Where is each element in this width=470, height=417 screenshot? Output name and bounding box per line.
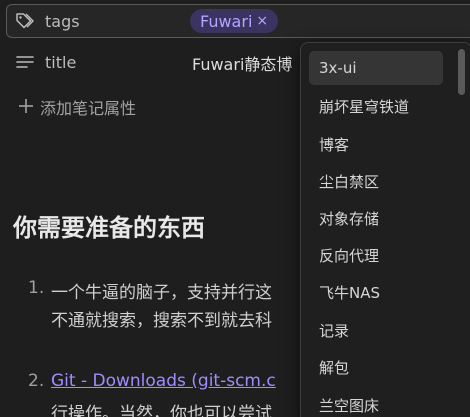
- suggestion-item[interactable]: 记录: [309, 313, 443, 347]
- suggestion-item[interactable]: 反向代理: [309, 238, 443, 272]
- add-property-label: 添加笔记属性: [40, 99, 137, 118]
- list-text: 不通就搜索，搜索不到就去科: [51, 311, 272, 331]
- suggestion-item[interactable]: 兰空图床: [309, 388, 443, 417]
- tags-icon: [15, 11, 35, 31]
- tag-suggestion-dropdown[interactable]: 3x-ui 崩坏星穹铁道 博客 尘白禁区 对象存储 反向代理 飞牛NAS 记录 …: [300, 42, 470, 417]
- suggestion-item[interactable]: 博客: [309, 127, 443, 161]
- list-number: 1.: [28, 278, 45, 298]
- text-lines-icon: [15, 52, 35, 72]
- title-value[interactable]: Fuwari静态博: [192, 51, 292, 75]
- remove-tag-icon[interactable]: ×: [256, 13, 268, 29]
- dropdown-scrollbar[interactable]: [458, 49, 465, 95]
- git-downloads-link[interactable]: Git - Downloads (git-scm.c: [51, 371, 276, 391]
- suggestion-item[interactable]: 飞牛NAS: [309, 275, 443, 309]
- section-heading: 你需要准备的东西: [13, 214, 205, 242]
- suggestion-item[interactable]: 对象存储: [309, 201, 443, 235]
- property-key-label: tags: [45, 11, 80, 31]
- list-text: 行操作。当然，你也可以尝试: [51, 404, 272, 417]
- tag-chip-fuwari[interactable]: Fuwari ×: [190, 9, 279, 33]
- property-key-title: title: [15, 52, 190, 72]
- suggestion-item[interactable]: 3x-ui: [309, 51, 443, 85]
- suggestion-item[interactable]: 尘白禁区: [309, 164, 443, 198]
- tag-chip-label: Fuwari: [200, 11, 253, 31]
- property-key-tags: tags: [15, 11, 190, 31]
- add-property-button[interactable]: 添加笔记属性: [18, 95, 136, 119]
- list-text: 一个牛逼的脑子，支持并行这: [51, 283, 272, 303]
- list-number: 2.: [28, 371, 45, 391]
- plus-icon: [18, 97, 34, 117]
- suggestion-item[interactable]: 解包: [309, 350, 443, 384]
- note-editor: tags Fuwari × title Fuwari静态博 添加笔记属性 你需要…: [0, 0, 470, 417]
- property-row-tags[interactable]: tags Fuwari ×: [6, 4, 470, 38]
- suggestion-item[interactable]: 崩坏星穹铁道: [309, 89, 443, 123]
- property-key-label: title: [45, 52, 77, 72]
